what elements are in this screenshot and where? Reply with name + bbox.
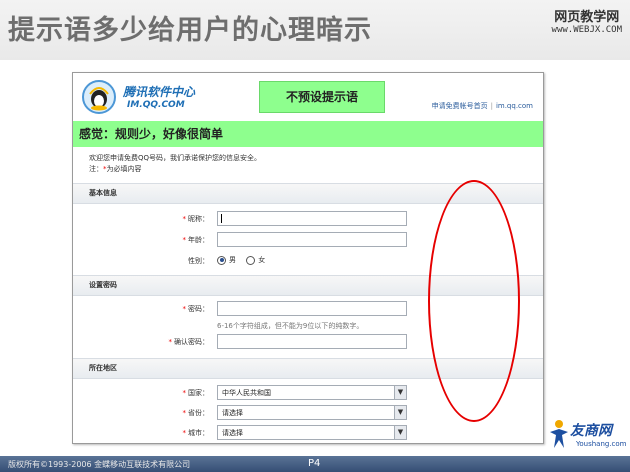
gender-male-option[interactable]: 男 [217, 255, 236, 265]
gender-label: 性别： [188, 257, 209, 265]
section-password-title: 设置密码 [89, 281, 117, 289]
confirm-password-input[interactable] [217, 334, 407, 349]
slide-footer: 版权所有©1993-2006 金蝶移动互联技术有限公司 P4 [0, 456, 630, 472]
row-city: * 城市： 请选择 ▼ [73, 425, 543, 441]
province-select[interactable]: 请选择 ▼ [217, 405, 407, 420]
copyright-text: 版权所有©1993-2006 金蝶移动互联技术有限公司 [8, 460, 191, 469]
brand-domain: Youshang.com [576, 440, 627, 448]
city-label: * 城市： [182, 429, 210, 437]
slide-title: 提示语多少给用户的心理暗示 [8, 15, 372, 46]
gender-female-option[interactable]: 女 [246, 255, 265, 265]
radio-selected-icon[interactable] [217, 255, 226, 265]
password-input[interactable] [217, 301, 407, 316]
nickname-label: * 昵称： [182, 215, 210, 223]
password-label: * 密码： [182, 305, 210, 313]
confirm-password-label: * 确认密码： [168, 338, 210, 346]
qq-logo: 腾讯软件中心 IM.QQ.COM [81, 79, 231, 119]
province-label: * 省份： [182, 409, 210, 417]
top-links: 申请免费帐号首页 | im.qq.com [431, 102, 533, 110]
chevron-down-icon[interactable]: ▼ [394, 406, 406, 419]
city-value: 请选择 [222, 429, 243, 437]
qq-penguin-icon [82, 80, 116, 114]
callout-feeling-text: 感觉：规则少，好像很简单 [79, 127, 224, 141]
nickname-input[interactable] [217, 211, 407, 226]
password-hint: 6-16个字符组成，但不能为9位以下的纯数字。 [217, 322, 364, 330]
callout-feeling-band: 感觉：规则少，好像很简单 [73, 121, 543, 147]
site-watermark: 网页教学网 www.WEBJX.COM [552, 6, 622, 35]
page-number: P4 [308, 458, 321, 469]
logo-title: 腾讯软件中心 [123, 85, 196, 99]
slide-header: 提示语多少给用户的心理暗示 网页教学网 www.WEBJX.COM [0, 0, 630, 60]
watermark-cn: 网页教学网 [554, 10, 620, 25]
city-select[interactable]: 请选择 ▼ [217, 425, 407, 440]
link-apply-home[interactable]: 申请免费帐号首页 [432, 102, 488, 110]
link-im-site[interactable]: im.qq.com [496, 102, 533, 110]
age-input[interactable] [217, 232, 407, 247]
section-region-title: 所在地区 [89, 364, 117, 372]
callout-no-placeholder: 不预设提示语 [259, 81, 385, 113]
logo-domain: IM.QQ.COM [127, 100, 185, 110]
required-note: 注：*为必填内容 [89, 165, 142, 173]
welcome-line: 欢迎您申请免费QQ号码，我们承诺保护您的信息安全。 [89, 154, 262, 162]
country-label: * 国家： [182, 389, 210, 397]
youshang-brand: 友商网 Youshang.com [548, 418, 628, 456]
radio-empty-icon[interactable] [246, 255, 256, 265]
chevron-down-icon[interactable]: ▼ [394, 386, 406, 399]
province-value: 请选择 [222, 409, 243, 417]
section-basic-title: 基本信息 [89, 189, 117, 197]
country-value: 中华人民共和国 [222, 389, 271, 397]
watermark-url: www.WEBJX.COM [551, 25, 622, 35]
annotation-red-ellipse [428, 180, 520, 422]
youshang-person-icon [550, 420, 568, 448]
country-select[interactable]: 中华人民共和国 ▼ [217, 385, 407, 400]
brand-name: 友商网 [570, 423, 612, 439]
welcome-text: 欢迎您申请免费QQ号码，我们承诺保护您的信息安全。 注：*为必填内容 [89, 153, 261, 175]
chevron-down-icon[interactable]: ▼ [394, 426, 406, 439]
gender-options: 男 女 [217, 255, 273, 265]
text-caret [221, 214, 222, 223]
age-label: * 年龄： [182, 236, 210, 244]
